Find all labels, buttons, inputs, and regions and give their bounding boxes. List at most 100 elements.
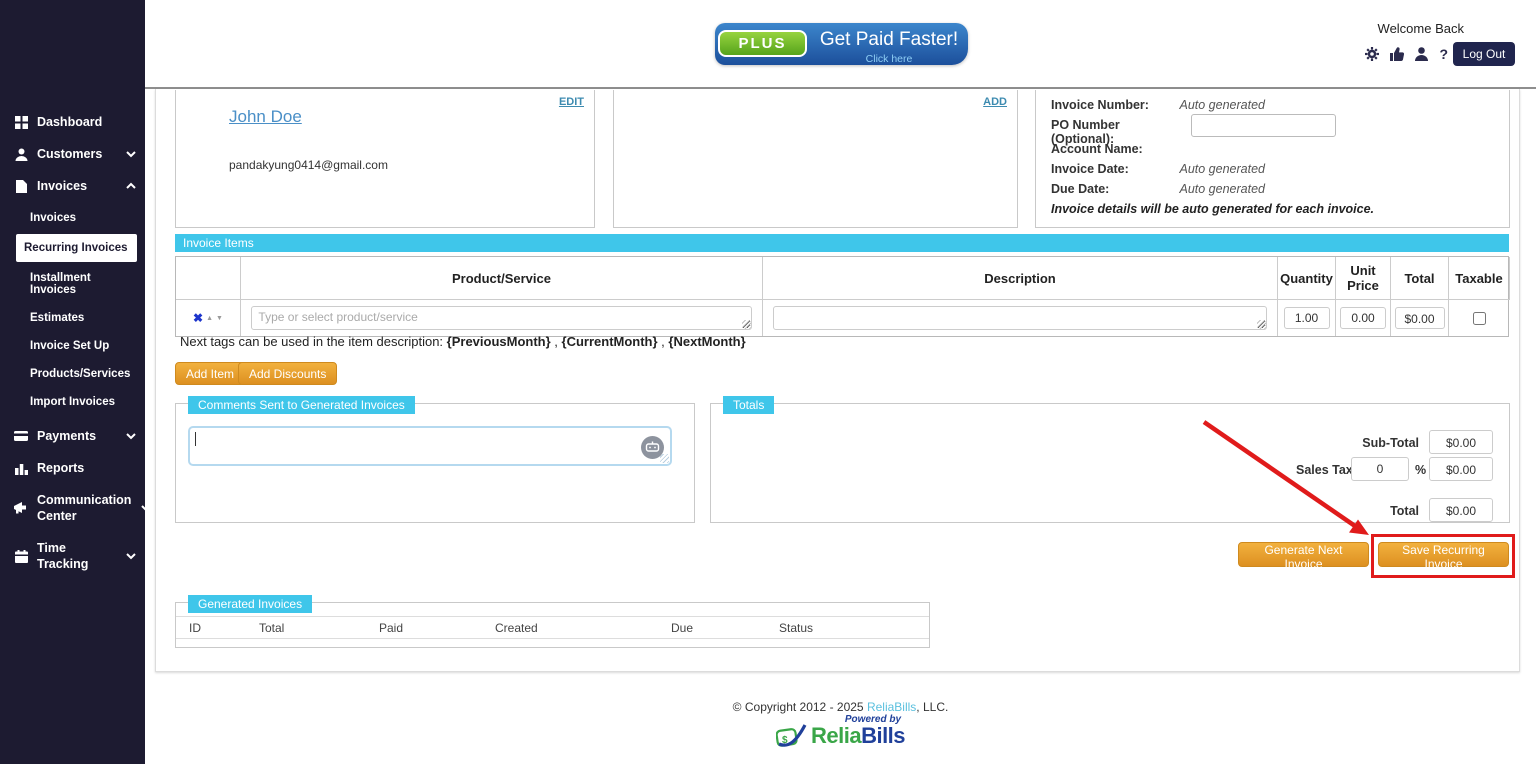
get-paid-faster-banner[interactable]: PLUS Get Paid Faster! Click here — [715, 23, 968, 65]
item-quantity-cell — [1278, 300, 1336, 336]
reliabills-logo-icon: $ — [776, 722, 808, 749]
add-item-button[interactable]: Add Item — [175, 362, 245, 385]
credit-card-icon — [14, 431, 28, 442]
column-header-total: Total — [1391, 257, 1449, 300]
add-discounts-button[interactable]: Add Discounts — [238, 362, 337, 385]
invoice-details-panel: Invoice Number: Auto generated PO Number… — [1035, 90, 1510, 228]
edit-customer-link[interactable]: EDIT — [559, 96, 584, 108]
gear-icon[interactable] — [1365, 47, 1379, 61]
tag-current-month: {CurrentMonth} — [562, 334, 658, 349]
sidebar-item-estimates[interactable]: Estimates — [0, 304, 145, 332]
comments-textarea[interactable] — [188, 426, 672, 466]
sidebar-item-invoices-list[interactable]: Invoices — [0, 204, 145, 232]
sidebar-item-recurring-invoices[interactable]: Recurring Invoices — [16, 234, 137, 262]
item-description-cell — [763, 300, 1278, 336]
customer-panel: EDIT John Doe pandakyung0414@gmail.com — [175, 90, 595, 228]
sidebar-item-invoice-set-up[interactable]: Invoice Set Up — [0, 332, 145, 360]
reliabills-link[interactable]: ReliaBills — [867, 700, 916, 714]
sidebar-invoices-submenu: Invoices Recurring Invoices Installment … — [0, 202, 145, 420]
divider — [176, 616, 929, 617]
item-total-cell: $0.00 — [1391, 300, 1449, 336]
save-recurring-invoice-button[interactable]: Save Recurring Invoice — [1378, 542, 1509, 567]
item-total-value: $0.00 — [1395, 307, 1445, 329]
sidebar-item-products-services[interactable]: Products/Services — [0, 360, 145, 388]
customer-name-link[interactable]: John Doe — [229, 107, 302, 127]
top-header: PLUS Get Paid Faster! Click here Welcome… — [145, 0, 1536, 89]
chevron-up-icon — [125, 182, 137, 190]
sidebar-item-invoices[interactable]: Invoices — [0, 170, 145, 202]
invoice-date-row: Invoice Date: Auto generated — [1051, 162, 1265, 176]
sidebar-item-installment-invoices[interactable]: Installment Invoices — [0, 264, 145, 304]
invoice-number-value: Auto generated — [1179, 98, 1265, 112]
sidebar-item-label: Customers — [37, 146, 116, 162]
tag-previous-month: {PreviousMonth} — [447, 334, 551, 349]
generated-column-paid: Paid — [379, 621, 403, 635]
delete-item-icon[interactable]: ✖ — [193, 311, 203, 325]
customer-email: pandakyung0414@gmail.com — [229, 158, 388, 172]
megaphone-icon — [14, 502, 28, 514]
move-item-up-icon[interactable]: ▲ — [206, 315, 213, 322]
header-icon-row: ? — [1365, 46, 1448, 62]
item-row-controls: ✖ ▲ ▼ — [176, 300, 241, 336]
column-header-quantity: Quantity — [1278, 257, 1336, 300]
totals-section-header: Totals — [723, 396, 774, 414]
sidebar-item-reports[interactable]: Reports — [0, 452, 145, 484]
account-name-row: Account Name: — [1051, 142, 1176, 156]
item-unit-price-cell — [1336, 300, 1391, 336]
column-header-unit-price: Unit Price — [1336, 257, 1391, 300]
resize-handle[interactable] — [660, 454, 669, 463]
due-date-value: Auto generated — [1179, 182, 1265, 196]
user-icon[interactable] — [1415, 47, 1428, 61]
chevron-down-icon — [125, 432, 137, 440]
plus-badge: PLUS — [718, 30, 807, 57]
column-header-product: Product/Service — [241, 257, 763, 300]
item-taxable-cell — [1449, 300, 1510, 336]
invoice-items-section-header: Invoice Items — [175, 234, 1509, 252]
copyright-text: © Copyright 2012 - 2025 ReliaBills, LLC. — [145, 700, 1536, 714]
generated-invoices-panel: Generated Invoices ID Total Paid Created… — [175, 602, 930, 648]
po-number-input[interactable] — [1191, 114, 1336, 137]
sidebar-item-label: Communication Center — [37, 492, 131, 524]
page: Dashboard Customers Invoices Invoices Re… — [0, 0, 1536, 764]
sidebar-item-customers[interactable]: Customers — [0, 138, 145, 170]
tag-next-month: {NextMonth} — [668, 334, 745, 349]
total-value: $0.00 — [1429, 498, 1493, 522]
sales-tax-rate-input[interactable] — [1351, 457, 1409, 481]
sidebar-item-label: Dashboard — [37, 114, 137, 130]
comments-panel: Comments Sent to Generated Invoices — [175, 403, 695, 523]
description-input[interactable] — [773, 306, 1266, 330]
add-recipient-link[interactable]: ADD — [983, 96, 1007, 108]
file-icon — [14, 180, 28, 193]
help-icon[interactable]: ? — [1439, 46, 1448, 62]
sidebar-item-dashboard[interactable]: Dashboard — [0, 106, 145, 138]
thumbs-up-icon[interactable] — [1390, 47, 1404, 61]
totals-panel: Totals Sub-Total $0.00 Sales Tax % $0.00… — [710, 403, 1510, 523]
generated-invoices-section-header: Generated Invoices — [188, 595, 312, 613]
quantity-input[interactable] — [1284, 307, 1330, 329]
generate-next-invoice-button[interactable]: Generate Next Invoice — [1238, 542, 1369, 567]
generated-column-created: Created — [495, 621, 538, 635]
sidebar-item-payments[interactable]: Payments — [0, 420, 145, 452]
sidebar-item-import-invoices[interactable]: Import Invoices — [0, 388, 145, 416]
chevron-down-icon — [125, 150, 137, 158]
account-name-label: Account Name: — [1051, 142, 1176, 156]
logout-button[interactable]: Log Out — [1453, 42, 1515, 66]
banner-title: Get Paid Faster! — [815, 29, 963, 51]
generated-column-status: Status — [779, 621, 813, 635]
invoice-number-row: Invoice Number: Auto generated — [1051, 98, 1265, 112]
invoice-date-value: Auto generated — [1179, 162, 1265, 176]
column-header-description: Description — [763, 257, 1278, 300]
sidebar-item-communication-center[interactable]: Communication Center — [0, 484, 145, 532]
move-item-down-icon[interactable]: ▼ — [216, 315, 223, 322]
banner-click-here-link[interactable]: Click here — [815, 53, 963, 65]
unit-price-input[interactable] — [1340, 307, 1386, 329]
chevron-down-icon — [140, 504, 152, 512]
auto-generated-note: Invoice details will be auto generated f… — [1051, 202, 1374, 216]
taxable-checkbox[interactable] — [1473, 312, 1486, 325]
logo-text-bills: Bills — [861, 723, 905, 749]
generated-column-due: Due — [671, 621, 693, 635]
invoice-number-label: Invoice Number: — [1051, 98, 1176, 112]
column-header-taxable: Taxable — [1449, 257, 1510, 300]
sidebar-item-time-tracking[interactable]: Time Tracking — [0, 532, 145, 580]
product-service-input[interactable] — [251, 306, 751, 330]
